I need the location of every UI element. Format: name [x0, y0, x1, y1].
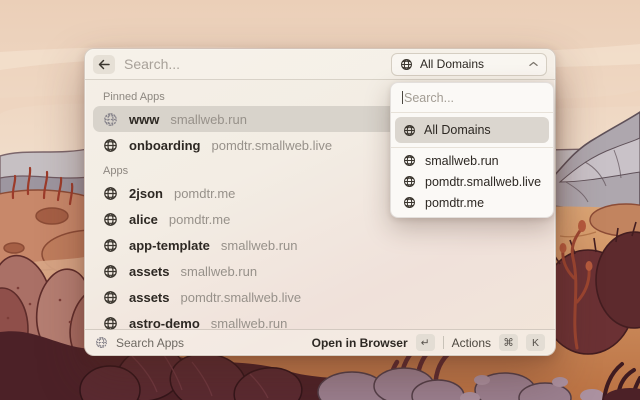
app-domain: smallweb.run [170, 112, 247, 127]
dropdown-options: smallweb.run pomdtr.smallweb.live pomdtr.m… [391, 148, 553, 217]
app-row-app-template[interactable]: app-template smallweb.run [93, 232, 547, 258]
dropdown-divider [391, 112, 553, 113]
footer-mode-label: Search Apps [116, 336, 184, 350]
globe-icon [103, 112, 118, 127]
domain-filter-button[interactable]: All Domains [391, 53, 547, 76]
enter-key-badge: ↵ [416, 334, 435, 351]
smallweb-logo-icon [95, 336, 108, 349]
back-button[interactable] [93, 55, 115, 74]
app-domain: pomdtr.smallweb.live [212, 138, 333, 153]
app-name: www [129, 112, 159, 127]
app-row-assets[interactable]: assets pomdtr.smallweb.live [93, 284, 547, 310]
globe-icon [403, 124, 416, 137]
dropdown-option-label: smallweb.run [425, 154, 499, 168]
app-name: onboarding [129, 138, 201, 153]
dropdown-option-pomdtr.smallweb.live[interactable]: pomdtr.smallweb.live [391, 171, 553, 192]
footer-divider [443, 336, 444, 349]
dropdown-search-input[interactable]: Search... [391, 83, 553, 112]
search-input[interactable]: Search... [124, 56, 391, 72]
globe-icon [103, 186, 118, 201]
footer-mode: Search Apps [95, 336, 304, 350]
window-topbar: Search... All Domains [85, 49, 555, 80]
globe-icon [103, 212, 118, 227]
globe-icon [403, 154, 416, 167]
dropdown-option-label: pomdtr.me [425, 196, 484, 210]
desktop: Search... All Domains Pinned Appswwwsmal… [0, 0, 640, 400]
app-domain: pomdtr.me [169, 212, 230, 227]
cmd-key-badge: ⌘ [499, 334, 518, 351]
chevron-up-icon [529, 61, 538, 67]
app-domain: smallweb.run [180, 264, 257, 279]
dropdown-option-label: All Domains [424, 123, 491, 137]
app-domain: pomdtr.me [174, 186, 235, 201]
status-bar: Search Apps Open in Browser ↵ Actions ⌘ … [85, 329, 555, 355]
actions-menu-button[interactable]: Actions [452, 336, 491, 350]
globe-icon [403, 196, 416, 209]
app-name: app-template [129, 238, 210, 253]
globe-icon [103, 238, 118, 253]
domain-dropdown: Search... All Domains smallweb.run pomdtr… [390, 82, 554, 218]
globe-icon [103, 138, 118, 153]
globe-icon [400, 58, 413, 71]
app-name: assets [129, 290, 169, 305]
app-row-assets[interactable]: assets smallweb.run [93, 258, 547, 284]
back-arrow-icon [98, 59, 110, 70]
globe-icon [403, 175, 416, 188]
dropdown-option-smallweb.run[interactable]: smallweb.run [391, 150, 553, 171]
text-cursor [402, 91, 403, 104]
dropdown-option-label: pomdtr.smallweb.live [425, 175, 541, 189]
open-in-browser-action[interactable]: Open in Browser [312, 336, 408, 350]
app-name: alice [129, 212, 158, 227]
app-name: 2json [129, 186, 163, 201]
app-row-astro-demo[interactable]: astro-demosmallweb.run [93, 310, 547, 331]
k-key-badge: K [526, 334, 545, 351]
domain-filter-label: All Domains [420, 57, 522, 71]
globe-icon [103, 290, 118, 305]
app-domain: smallweb.run [221, 238, 298, 253]
globe-icon [103, 264, 118, 279]
dropdown-search-placeholder: Search... [404, 91, 454, 105]
app-domain: pomdtr.smallweb.live [180, 290, 301, 305]
dropdown-option-pomdtr.me[interactable]: pomdtr.me [391, 192, 553, 213]
app-name: assets [129, 264, 169, 279]
dropdown-option-all-domains[interactable]: All Domains [395, 117, 549, 143]
